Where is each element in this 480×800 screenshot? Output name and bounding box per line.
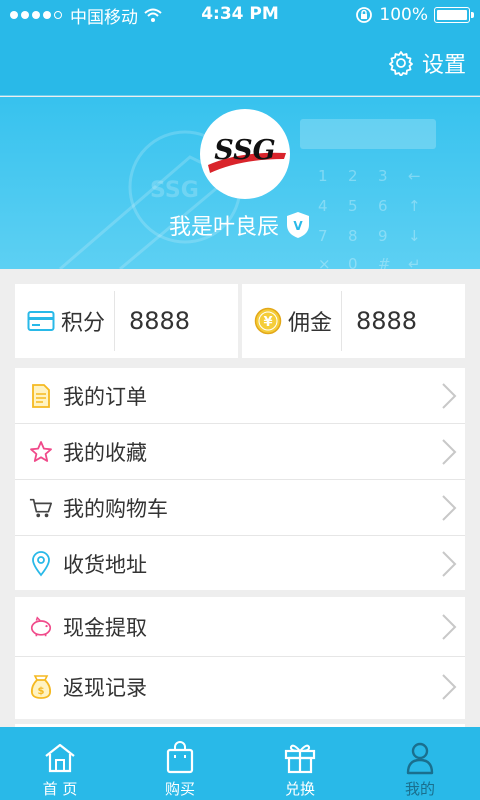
svg-text:↵: ↵ xyxy=(408,255,421,269)
tab-bar: 首 页 购买 兑换 我的 xyxy=(0,727,480,800)
menu-item-orders[interactable]: 我的订单 xyxy=(15,368,465,424)
menu-item-label: 返现记录 xyxy=(63,676,147,700)
chevron-right-icon xyxy=(442,674,457,700)
yen-coin-icon: ¥ xyxy=(254,307,282,335)
menu-item-favorites[interactable]: 我的收藏 xyxy=(15,424,465,480)
star-icon xyxy=(29,439,53,465)
menu-item-cashback-records[interactable]: $ 返现记录 xyxy=(15,657,465,717)
svg-text:$: $ xyxy=(38,686,45,697)
menu-item-label: 现金提取 xyxy=(63,615,147,640)
chevron-right-icon xyxy=(442,495,457,521)
battery-percentage: 100% xyxy=(379,5,428,25)
badge-letter: V xyxy=(293,219,303,233)
menu-group-account: 我的订单 我的收藏 我的购物车 收货地址 xyxy=(15,368,465,590)
svg-text:SSG: SSG xyxy=(214,135,275,166)
settings-label: 设置 xyxy=(421,53,466,78)
chevron-right-icon xyxy=(442,439,457,465)
settings-button[interactable]: 设置 xyxy=(388,47,466,79)
menu-item-label: 我的收藏 xyxy=(63,440,147,465)
gift-icon xyxy=(284,744,316,774)
svg-text:×: × xyxy=(318,255,331,269)
menu-item-label: 我的订单 xyxy=(63,384,147,409)
menu-item-label: 我的购物车 xyxy=(63,496,168,521)
status-left: 中国移动 xyxy=(10,0,162,30)
menu-item-cart[interactable]: 我的购物车 xyxy=(15,480,465,536)
menu-item-label: 收货地址 xyxy=(63,553,147,577)
svg-text:¥: ¥ xyxy=(263,315,272,330)
menu-item-address[interactable]: 收货地址 xyxy=(15,536,465,592)
tab-mine[interactable]: 我的 xyxy=(360,727,480,800)
svg-text:0: 0 xyxy=(348,255,358,269)
gear-icon xyxy=(389,51,413,76)
ssg-logo: SSG xyxy=(208,135,286,173)
points-card[interactable]: 积分 8888 xyxy=(15,284,238,358)
username: 我是叶良辰 xyxy=(168,215,279,240)
location-pin-icon xyxy=(29,551,53,577)
document-icon xyxy=(29,383,53,409)
tab-label: 购买 xyxy=(164,780,195,798)
commission-label: 佣金 xyxy=(288,311,333,336)
chevron-right-icon xyxy=(442,551,457,577)
stats-row: 积分 8888 ¥ 佣金 8888 xyxy=(15,284,465,358)
signal-strength-icon xyxy=(10,11,62,19)
commission-card[interactable]: ¥ 佣金 8888 xyxy=(242,284,465,358)
svg-text:#: # xyxy=(378,255,391,269)
svg-text:2: 2 xyxy=(348,167,358,185)
chevron-right-icon xyxy=(442,614,457,640)
avatar[interactable]: SSG xyxy=(200,109,290,199)
shopping-bag-icon xyxy=(166,741,194,774)
tab-buy[interactable]: 购买 xyxy=(120,727,240,800)
svg-text:←: ← xyxy=(408,167,421,185)
tab-label: 兑换 xyxy=(284,780,315,798)
chevron-right-icon xyxy=(442,383,457,409)
money-bag-icon: $ xyxy=(29,674,53,700)
card-icon xyxy=(27,311,55,331)
svg-text:1: 1 xyxy=(318,167,328,185)
cart-icon xyxy=(29,495,53,521)
status-bar: 中国移动 4:34 PM 100% xyxy=(0,0,480,30)
username-row: 我是叶良辰 V xyxy=(0,209,480,241)
tab-label: 首 页 xyxy=(42,780,78,798)
verified-badge-icon: V xyxy=(287,212,309,238)
menu-group-cash: 现金提取 $ 返现记录 xyxy=(15,597,465,719)
title-bar: 设置 xyxy=(0,30,480,96)
piggy-bank-icon xyxy=(29,614,53,640)
commission-value: 8888 xyxy=(356,307,418,335)
points-label: 积分 xyxy=(61,311,106,336)
user-icon xyxy=(406,742,434,775)
svg-text:3: 3 xyxy=(378,167,388,185)
profile-banner: 1 2 3 ← 4 5 6 ↑ 7 8 9 ↓ × 0 # ↵ SSG SSG 我是叶良辰 V xyxy=(0,97,480,269)
wifi-icon xyxy=(144,8,162,22)
home-icon xyxy=(45,743,75,773)
tab-exchange[interactable]: 兑换 xyxy=(240,727,360,800)
carrier-name: 中国移动 xyxy=(70,7,138,28)
svg-text:SSG: SSG xyxy=(150,178,199,203)
battery-icon xyxy=(434,7,474,23)
menu-item-cash-withdrawal[interactable]: 现金提取 xyxy=(15,597,465,657)
rotation-lock-icon xyxy=(356,7,373,23)
status-right: 100% xyxy=(355,0,474,30)
tab-label: 我的 xyxy=(404,780,435,798)
tab-home[interactable]: 首 页 xyxy=(0,727,120,800)
points-value: 8888 xyxy=(129,307,191,335)
